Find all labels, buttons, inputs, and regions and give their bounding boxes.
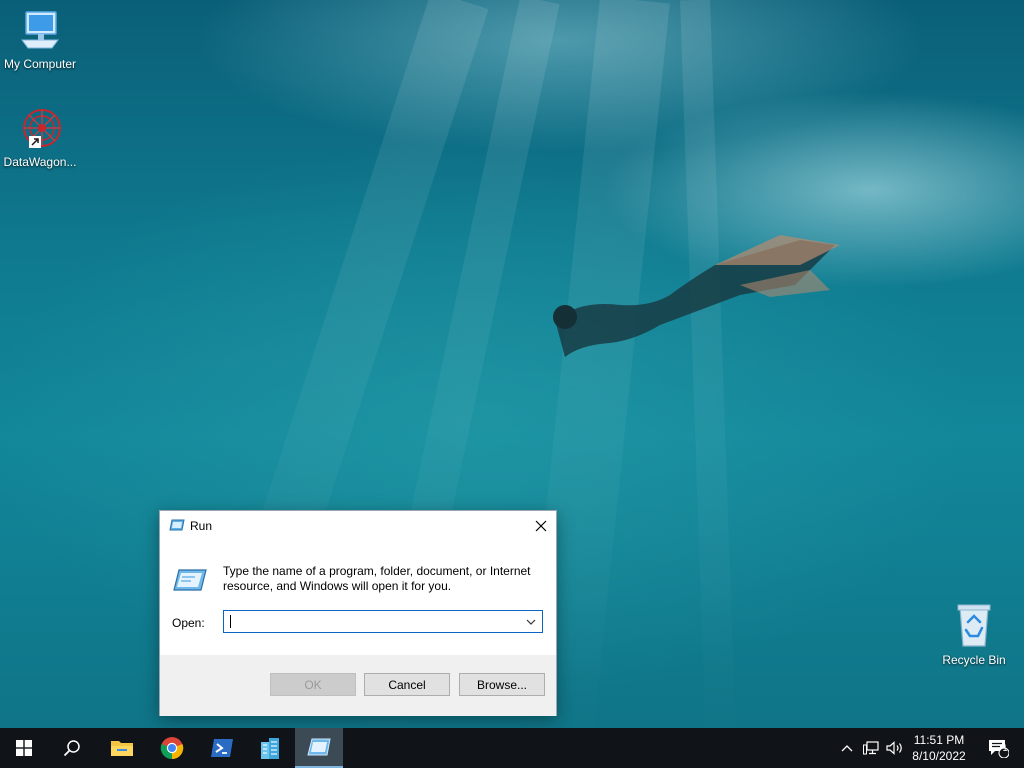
run-dialog-description: Type the name of a program, folder, docu… [223,564,531,593]
open-dropdown-button[interactable] [520,611,542,632]
folder-icon [111,741,133,756]
powershell-icon [211,739,233,757]
taskbar-file-explorer[interactable] [98,728,146,768]
search-button[interactable] [48,728,96,768]
desktop-icon-my-computer[interactable]: My Computer [0,8,80,71]
run-dialog-titlebar[interactable]: Run [160,511,556,541]
notification-count-badge: 1 [1002,743,1008,753]
clock-date: 8/10/2022 [912,749,966,763]
windows-logo-icon [16,740,32,756]
run-dialog-footer: OK Cancel Browse... [160,655,556,716]
building-icon [261,738,279,759]
action-center-button[interactable]: 1 [978,728,1018,768]
computer-icon [0,8,80,55]
desktop-icon-label: Recycle Bin [942,653,1006,667]
taskbar: 11:51 PM 8/10/2022 1 [0,728,1024,768]
run-dialog: Run Type the name of a program, folder, … [159,510,557,716]
clock-time: 11:51 PM [913,733,965,747]
browse-button[interactable]: Browse... [459,673,545,696]
open-input[interactable] [224,611,520,632]
cancel-button[interactable]: Cancel [364,673,450,696]
show-hidden-icons-button[interactable] [836,728,858,768]
text-caret [230,615,231,628]
network-status[interactable] [860,728,882,768]
taskbar-clock[interactable]: 11:51 PM 8/10/2022 [908,732,970,764]
desktop-icon-label: DataWagon... [3,155,77,169]
start-button[interactable] [0,728,48,768]
run-icon [169,518,185,535]
desktop-icon-datawagon[interactable]: DataWagon... [0,106,80,169]
taskbar-server-manager[interactable] [246,728,294,768]
diver-silhouette [553,235,840,357]
chevron-up-icon [841,745,853,752]
taskbar-run[interactable] [295,728,343,768]
recycle-bin-icon [934,602,1014,651]
close-icon [535,520,547,532]
desktop-icon-label: My Computer [3,57,77,71]
search-icon [63,740,80,757]
taskbar-chrome[interactable] [148,728,196,768]
network-icon [863,741,879,755]
open-label: Open: [172,616,205,630]
chevron-down-icon [526,619,536,625]
volume-control[interactable] [884,728,906,768]
run-icon [307,738,331,756]
open-combobox[interactable] [223,610,543,633]
ok-button[interactable]: OK [270,673,356,696]
run-program-icon [173,568,207,595]
close-button[interactable] [526,511,556,541]
run-dialog-title: Run [190,519,213,533]
desktop-icon-recycle-bin[interactable]: Recycle Bin [934,602,1014,667]
taskbar-powershell[interactable] [198,728,246,768]
speaker-icon [886,741,902,755]
chrome-icon [160,737,184,760]
datawagon-icon [0,106,80,153]
